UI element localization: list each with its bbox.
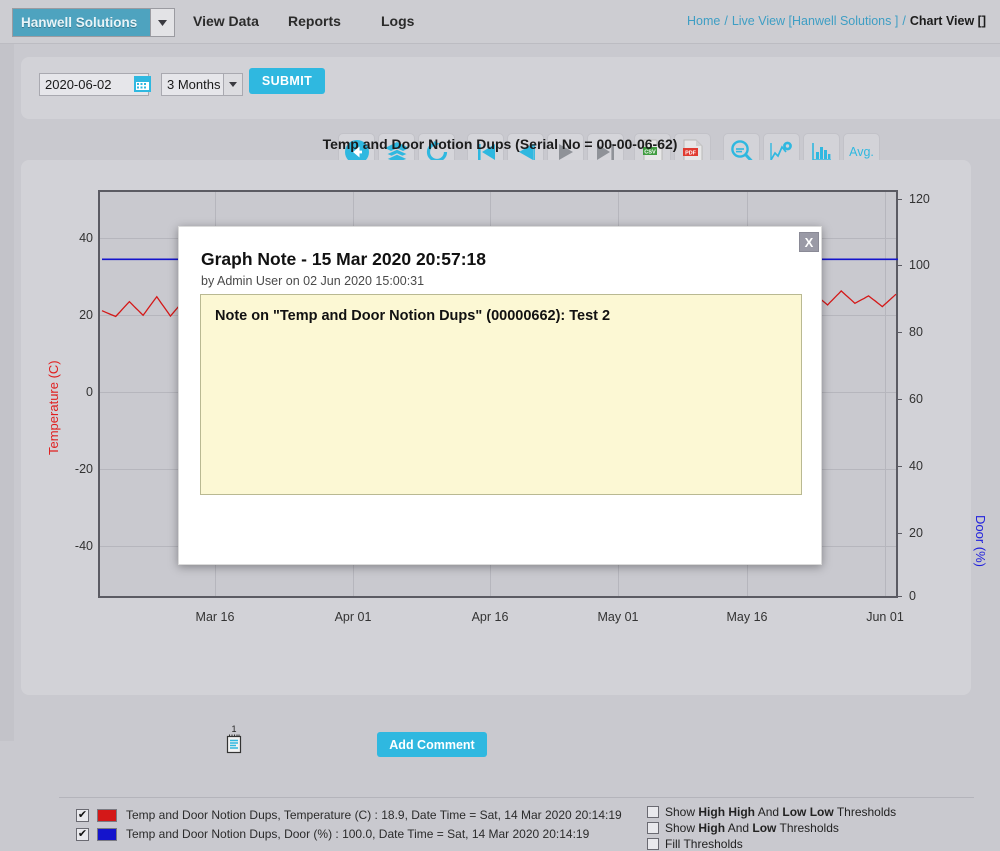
- dialog-title: Graph Note - 15 Mar 2020 20:57:18: [201, 249, 486, 270]
- y-tick-right: 20: [909, 526, 923, 540]
- y-tick-right: 60: [909, 392, 923, 406]
- legend-checkbox-door[interactable]: ✔: [76, 828, 89, 841]
- page-title: Temp and Door Notion Dups (Serial No = 0…: [0, 136, 1000, 152]
- organisation-select-label: Hanwell Solutions: [13, 15, 150, 30]
- threshold-label-high-high: Show High High And Low Low Thresholds: [665, 805, 896, 819]
- range-select-label: 3 Months: [162, 77, 223, 92]
- legend-checkbox-temperature[interactable]: ✔: [76, 809, 89, 822]
- breadcrumb-live-view[interactable]: Live View [Hanwell Solutions ]: [732, 14, 899, 28]
- nav-link-reports[interactable]: Reports: [288, 13, 341, 29]
- note-marker-icon: [226, 734, 242, 754]
- submit-button[interactable]: SUBMIT: [249, 68, 325, 94]
- nav-link-view-data[interactable]: View Data: [193, 13, 259, 29]
- graph-note-dialog: X Graph Note - 15 Mar 2020 20:57:18 by A…: [178, 226, 822, 565]
- y-tick-right: 80: [909, 325, 923, 339]
- threshold-row-high-high[interactable]: Show High High And Low Low Thresholds: [647, 805, 896, 819]
- x-tick: May 16: [727, 610, 768, 624]
- y-tick-left: -20: [75, 462, 93, 476]
- x-tick: Apr 01: [335, 610, 372, 624]
- breadcrumb-separator-1: /: [724, 14, 727, 28]
- nav-link-logs[interactable]: Logs: [381, 13, 414, 29]
- legend-swatch-door: [97, 828, 117, 841]
- chart-toolbar-panel: 2020-06-02 3 Months SUBMIT: [21, 57, 1000, 119]
- y-tick-right: 40: [909, 459, 923, 473]
- x-tick: May 01: [598, 610, 639, 624]
- breadcrumb: Home/Live View [Hanwell Solutions ]/Char…: [687, 14, 986, 28]
- y-axis-label-right: Door (%): [973, 515, 988, 567]
- y-tick-right: 100: [909, 258, 930, 272]
- close-icon[interactable]: X: [799, 232, 819, 252]
- organisation-select[interactable]: Hanwell Solutions: [12, 8, 175, 37]
- threshold-checkbox-fill[interactable]: [647, 838, 659, 850]
- y-tick-right: 0: [909, 589, 916, 603]
- date-input[interactable]: 2020-06-02: [39, 73, 149, 96]
- chevron-down-icon: [223, 74, 242, 95]
- note-text: Note on "Temp and Door Notion Dups" (000…: [215, 308, 787, 324]
- note-textarea[interactable]: Note on "Temp and Door Notion Dups" (000…: [200, 294, 802, 495]
- breadcrumb-home[interactable]: Home: [687, 14, 720, 28]
- x-tick: Jun 01: [866, 610, 904, 624]
- legend-label-temperature: Temp and Door Notion Dups, Temperature (…: [126, 808, 622, 822]
- y-tick-left: 40: [79, 231, 93, 245]
- threshold-checkbox-high-high[interactable]: [647, 806, 659, 818]
- legend-label-door: Temp and Door Notion Dups, Door (%) : 10…: [126, 827, 589, 841]
- x-tick: Apr 16: [472, 610, 509, 624]
- add-comment-button[interactable]: Add Comment: [377, 732, 487, 757]
- y-tick-right: 120: [909, 192, 930, 206]
- y-tick-left: -40: [75, 539, 93, 553]
- threshold-checkbox-high-low[interactable]: [647, 822, 659, 834]
- threshold-row-fill[interactable]: Fill Thresholds: [647, 837, 743, 851]
- y-tick-left: 20: [79, 308, 93, 322]
- x-tick: Mar 16: [196, 610, 235, 624]
- threshold-row-high-low[interactable]: Show High And Low Thresholds: [647, 821, 839, 835]
- chart-note-marker[interactable]: 1: [217, 725, 251, 759]
- calendar-icon[interactable]: [134, 76, 151, 92]
- dialog-subtitle: by Admin User on 02 Jun 2020 15:00:31: [201, 274, 424, 288]
- top-navigation-bar: Hanwell Solutions View Data Reports Logs…: [0, 0, 1000, 44]
- legend-separator: [59, 797, 974, 798]
- breadcrumb-separator-2: /: [902, 14, 905, 28]
- legend-swatch-temperature: [97, 809, 117, 822]
- breadcrumb-current: Chart View []: [910, 14, 986, 28]
- threshold-label-high-low: Show High And Low Thresholds: [665, 821, 839, 835]
- legend-row-temperature[interactable]: ✔ Temp and Door Notion Dups, Temperature…: [76, 808, 622, 822]
- note-marker-count: 1: [217, 725, 251, 733]
- range-select[interactable]: 3 Months: [161, 73, 243, 96]
- y-axis-label-left: Temperature (C): [46, 360, 61, 455]
- threshold-label-fill: Fill Thresholds: [665, 837, 743, 851]
- chevron-down-icon: [150, 9, 174, 36]
- y-tick-left: 0: [86, 385, 93, 399]
- legend-row-door[interactable]: ✔ Temp and Door Notion Dups, Door (%) : …: [76, 827, 589, 841]
